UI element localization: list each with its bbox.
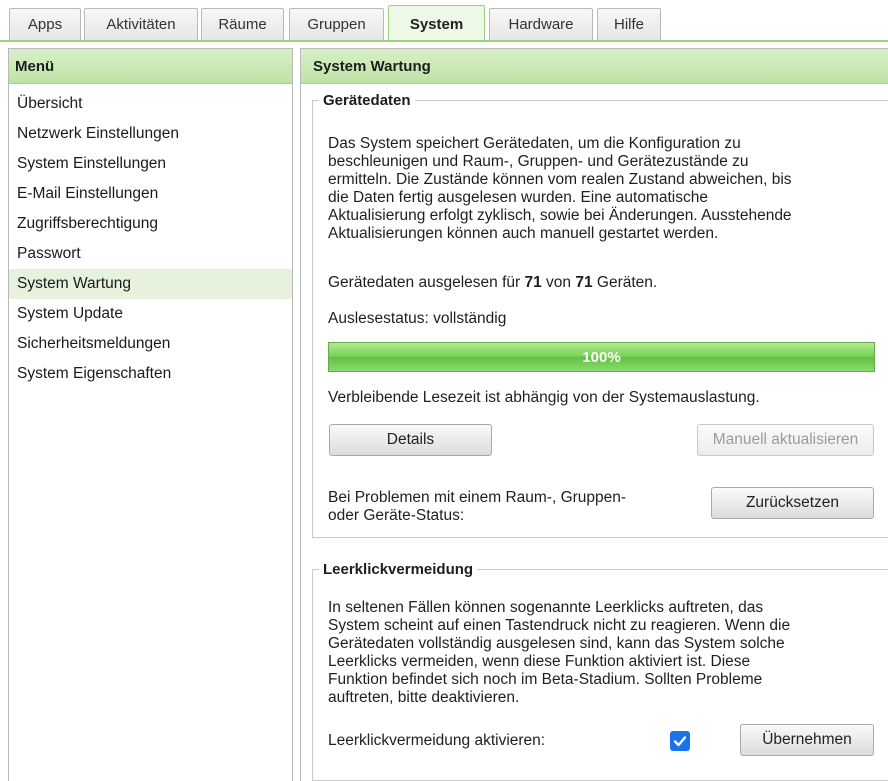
device-data-description-line: ermitteln. Die Zustände können vom reale… — [328, 171, 792, 188]
checkmark-icon — [673, 736, 687, 747]
sidebar-item-sicherheitsmeldungen[interactable]: Sicherheitsmeldungen — [9, 329, 292, 359]
empty-click-description-line: In seltenen Fällen können sogenannte Lee… — [328, 599, 764, 616]
empty-click-description-line: Leerklicks vermeiden, wenn diese Funktio… — [328, 653, 751, 670]
read-progress-label: 100% — [582, 348, 621, 366]
tab-aktivitaeten[interactable]: Aktivitäten — [84, 8, 198, 40]
sidebar-item-system-einstellungen[interactable]: System Einstellungen — [9, 149, 292, 179]
device-data-description-line: Aktualisierung erfolgt zyklisch, sowie b… — [328, 207, 792, 224]
tab-hilfe[interactable]: Hilfe — [597, 8, 661, 40]
devices-read-middle: von — [546, 274, 572, 291]
sidebar-item-system-wartung[interactable]: System Wartung — [9, 269, 292, 299]
details-button[interactable]: Details — [329, 424, 492, 456]
reset-button[interactable]: Zurücksetzen — [711, 487, 874, 519]
sidebar-menu-list: Übersicht Netzwerk Einstellungen System … — [9, 84, 292, 389]
empty-click-description: In seltenen Fällen können sogenannte Lee… — [328, 599, 790, 707]
devices-read-suffix: Geräten. — [596, 274, 658, 291]
empty-click-activate-label: Leerklickvermeidung aktivieren: — [328, 732, 546, 749]
devices-read-total: 71 — [575, 274, 593, 291]
problem-hint-line: oder Geräte-Status: — [328, 507, 465, 524]
sidebar-title: Menü — [9, 49, 292, 84]
read-progress-bar: 100% — [328, 342, 875, 372]
tab-apps[interactable]: Apps — [9, 8, 81, 40]
sidebar-item-uebersicht[interactable]: Übersicht — [9, 89, 292, 119]
tab-hardware[interactable]: Hardware — [489, 8, 593, 40]
device-data-description: Das System speichert Gerätedaten, um die… — [328, 135, 792, 243]
read-status-text: Auslesestatus: vollständig — [328, 310, 507, 327]
sidebar-item-system-update[interactable]: System Update — [9, 299, 292, 329]
sidebar-menu: Menü Übersicht Netzwerk Einstellungen Sy… — [8, 48, 293, 781]
top-tab-bar: Apps Aktivitäten Räume Gruppen System Ha… — [0, 0, 888, 42]
apply-button[interactable]: Übernehmen — [740, 724, 874, 756]
empty-click-description-line: System scheint auf einen Tastendruck nic… — [328, 617, 791, 634]
remaining-time-text: Verbleibende Lesezeit ist abhängig von d… — [328, 389, 760, 406]
devices-read-count: 71 — [524, 274, 542, 291]
devices-read-status: Gerätedaten ausgelesen für 71 von 71 Ger… — [328, 274, 657, 292]
problem-hint-text: Bei Problemen mit einem Raum-, Gruppen- … — [328, 489, 626, 525]
empty-click-legend: Leerklickvermeidung — [323, 561, 474, 578]
sidebar-item-netzwerk-einstellungen[interactable]: Netzwerk Einstellungen — [9, 119, 292, 149]
sidebar-item-system-eigenschaften[interactable]: System Eigenschaften — [9, 359, 292, 389]
sidebar-item-passwort[interactable]: Passwort — [9, 239, 292, 269]
manual-update-button[interactable]: Manuell aktualisieren — [697, 424, 874, 456]
device-data-description-line: Das System speichert Gerätedaten, um die… — [328, 135, 741, 152]
tab-raeume[interactable]: Räume — [201, 8, 284, 40]
device-data-legend: Gerätedaten — [323, 92, 411, 109]
sidebar-item-email-einstellungen[interactable]: E-Mail Einstellungen — [9, 179, 292, 209]
device-data-description-line: Aktualisierungen können auch manuell ges… — [328, 225, 719, 242]
empty-click-description-line: Funktion befindet sich noch im Beta-Stad… — [328, 671, 763, 688]
tab-gruppen[interactable]: Gruppen — [289, 8, 384, 40]
empty-click-description-line: auftreten, bitte deaktivieren. — [328, 689, 520, 706]
empty-click-activate-checkbox[interactable] — [670, 731, 690, 751]
problem-hint-line: Bei Problemen mit einem Raum-, Gruppen- — [328, 489, 627, 506]
tab-underline — [0, 40, 888, 42]
devices-read-prefix: Gerätedaten ausgelesen für — [328, 274, 521, 291]
page-title: System Wartung — [301, 49, 888, 84]
device-data-description-line: die Daten fertig ausgelesen wurden. Eine… — [328, 189, 708, 206]
tab-system[interactable]: System — [388, 5, 485, 42]
empty-click-description-line: Gerätedaten vollständig ausgelesen sind,… — [328, 635, 785, 652]
sidebar-item-zugriffsberechtigung[interactable]: Zugriffsberechtigung — [9, 209, 292, 239]
device-data-description-line: beschleunigen und Raum-, Gruppen- und Ge… — [328, 153, 749, 170]
